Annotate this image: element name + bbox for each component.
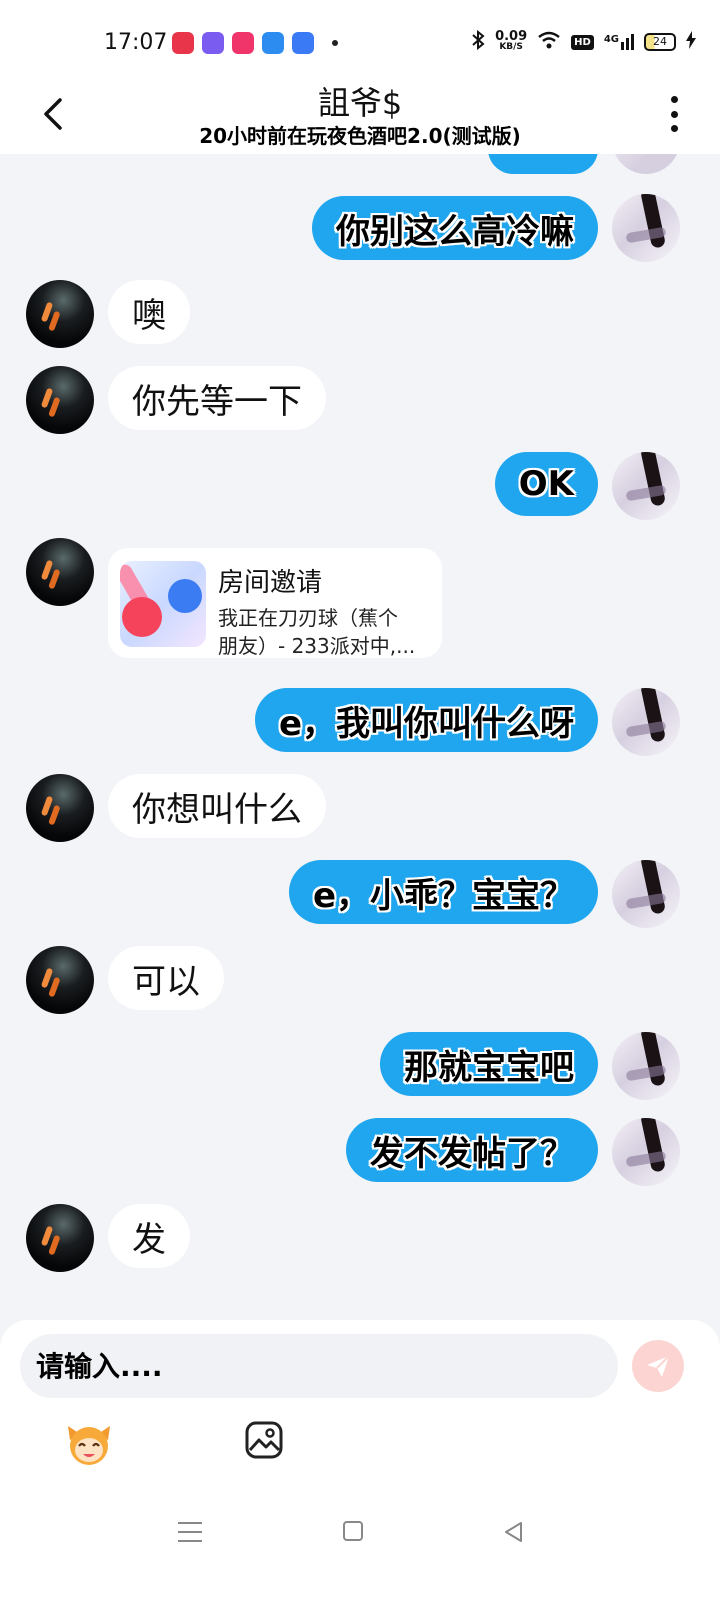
emoji-face-icon — [68, 1426, 110, 1465]
status-bar: 17:07 0.09 KB/S HD 4G 24 — [0, 0, 720, 78]
self-avatar[interactable] — [612, 452, 680, 520]
image-icon — [245, 1421, 283, 1459]
system-indicators: 0.09 KB/S HD 4G 24 — [471, 29, 696, 54]
self-avatar[interactable] — [612, 154, 680, 174]
wifi-icon — [537, 31, 561, 53]
self-avatar[interactable] — [612, 688, 680, 756]
card-title: 房间邀请 — [218, 568, 323, 598]
chat-header: 詛爷$ 20小时前在玩夜色酒吧2.0(测试版) — [0, 78, 720, 154]
image-picker-button[interactable] — [244, 1420, 284, 1460]
more-options-button[interactable] — [668, 96, 680, 132]
network-speed: 0.09 KB/S — [495, 29, 528, 52]
notification-icons — [172, 32, 338, 54]
contact-avatar[interactable] — [26, 774, 94, 842]
contact-avatar[interactable] — [26, 366, 94, 434]
hd-badge: HD — [571, 34, 594, 50]
recent-apps-button[interactable] — [178, 1522, 202, 1542]
browser-app-icon — [262, 32, 284, 54]
contact-status: 20小时前在玩夜色酒吧2.0(测试版) — [199, 124, 521, 148]
self-avatar[interactable] — [612, 194, 680, 262]
self-avatar[interactable] — [612, 1032, 680, 1100]
triangle-back-icon — [505, 1522, 522, 1542]
message-bubble-received[interactable]: 发 — [108, 1204, 190, 1268]
message-input[interactable] — [20, 1334, 618, 1398]
bluetooth-icon — [471, 29, 485, 54]
message-bubble-sent[interactable]: e，小乖？宝宝？ — [288, 860, 598, 924]
system-navigation-bar — [0, 1498, 720, 1568]
message-list[interactable]: 你别这么高冷嘛 噢 你先等一下 OK 房间邀请 我正在刀刃球（蕉个 朋友）- 2… — [0, 154, 720, 1320]
partial-message-bubble — [488, 154, 598, 174]
message-bubble-sent[interactable]: 你别这么高冷嘛 — [312, 196, 598, 260]
emoji-button[interactable] — [64, 1418, 114, 1468]
contact-avatar[interactable] — [26, 538, 94, 606]
photos-app-icon — [202, 32, 224, 54]
home-button[interactable] — [343, 1521, 363, 1541]
contact-avatar[interactable] — [26, 946, 94, 1014]
video-app-icon — [232, 32, 254, 54]
send-button[interactable] — [632, 1340, 684, 1392]
message-bubble-sent[interactable]: OK — [494, 452, 598, 516]
message-bubble-received[interactable]: 噢 — [108, 280, 190, 344]
contact-name: 詛爷$ — [317, 84, 403, 122]
more-vertical-icon — [670, 96, 678, 103]
message-bubble-sent[interactable]: 那就宝宝吧 — [380, 1032, 598, 1096]
room-invite-card[interactable]: 房间邀请 我正在刀刃球（蕉个 朋友）- 233派对中,... — [108, 548, 442, 658]
battery-icon: 24 — [644, 33, 676, 51]
self-avatar[interactable] — [612, 860, 680, 928]
self-avatar[interactable] — [612, 1118, 680, 1186]
message-bubble-received[interactable]: 可以 — [108, 946, 224, 1010]
more-notifications-dot — [332, 40, 338, 46]
message-bubble-sent[interactable]: 发不发帖了？ — [346, 1118, 598, 1182]
system-back-button[interactable] — [502, 1520, 526, 1544]
game-thumbnail — [120, 561, 206, 647]
map-app-icon — [172, 32, 194, 54]
charging-icon — [686, 31, 696, 53]
contact-avatar[interactable] — [26, 280, 94, 348]
signal-icon: 4G — [604, 34, 634, 50]
clock: 17:07 — [104, 30, 168, 55]
message-app-icon — [292, 32, 314, 54]
message-bubble-received[interactable]: 你先等一下 — [108, 366, 326, 430]
contact-avatar[interactable] — [26, 1204, 94, 1272]
paper-plane-icon — [647, 1355, 670, 1377]
card-description: 我正在刀刃球（蕉个 朋友）- 233派对中,... — [218, 606, 416, 658]
message-bubble-sent[interactable]: e，我叫你叫什么呀 — [254, 688, 598, 752]
message-bubble-received[interactable]: 你想叫什么 — [108, 774, 326, 838]
